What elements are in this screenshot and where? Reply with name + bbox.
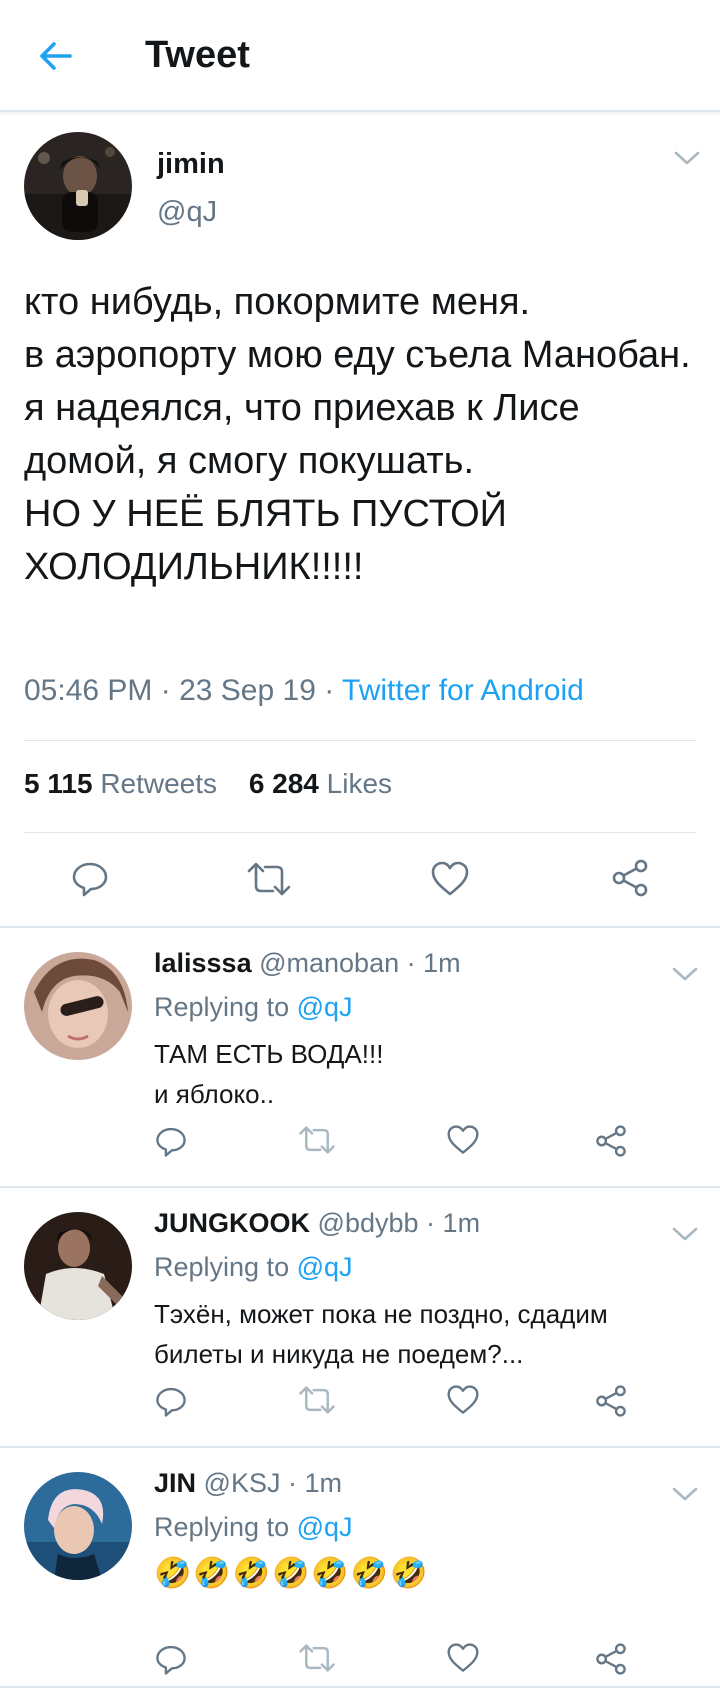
like-icon[interactable] — [446, 1642, 480, 1674]
retweet-icon[interactable] — [298, 1384, 336, 1416]
replying-to-handle[interactable]: @qJ — [297, 1252, 353, 1282]
reply-time: 1m — [304, 1468, 343, 1498]
reply-header: JIN @KSJ · 1m — [154, 1468, 342, 1499]
like-label[interactable]: Likes — [327, 768, 392, 799]
reply-author-name[interactable]: lalisssa — [154, 948, 252, 978]
replying-to: Replying to @qJ — [154, 1512, 353, 1543]
replying-to: Replying to @qJ — [154, 1252, 353, 1283]
tweet-source-link[interactable]: Twitter for Android — [342, 674, 584, 707]
share-icon[interactable] — [610, 858, 650, 898]
tweet-text: кто нибудь, покормите меня. в аэропорту … — [24, 281, 691, 588]
reply-time: 1m — [423, 948, 461, 978]
retweet-icon[interactable] — [298, 1124, 336, 1156]
meta-separator: · — [160, 674, 180, 707]
retweet-label[interactable]: Retweets — [100, 768, 217, 799]
chevron-down-icon[interactable] — [672, 966, 698, 982]
arrow-left-icon[interactable] — [36, 36, 76, 76]
divider — [24, 740, 696, 741]
like-icon[interactable] — [446, 1124, 480, 1156]
reply-author-name[interactable]: JUNGKOOK — [154, 1208, 310, 1238]
reply-icon[interactable] — [70, 858, 110, 898]
reply-author-handle[interactable]: @bdybb — [318, 1208, 419, 1238]
tweet-date: 23 Sep 19 — [179, 674, 316, 707]
reply-header: JUNGKOOK @bdybb · 1m — [154, 1208, 480, 1239]
reply-icon[interactable] — [154, 1124, 188, 1158]
reply-tweet[interactable]: lalisssa @manoban · 1m Replying to @qJ Т… — [0, 928, 720, 1186]
reply-header: lalisssa @manoban · 1m — [154, 948, 461, 979]
like-icon[interactable] — [446, 1384, 480, 1416]
replying-to-label: Replying to — [154, 1252, 290, 1282]
author-name[interactable]: jimin — [157, 148, 225, 181]
reply-icon[interactable] — [154, 1642, 188, 1676]
reply-author-handle[interactable]: @KSJ — [204, 1468, 281, 1498]
tweet-stats: 5 115 Retweets 6 284 Likes — [24, 768, 416, 800]
replying-to-label: Replying to — [154, 1512, 290, 1542]
tweet-time: 05:46 PM — [24, 674, 153, 707]
top-bar: Tweet — [0, 0, 720, 112]
retweet-icon[interactable] — [298, 1642, 336, 1674]
meta-separator: · — [426, 1208, 436, 1238]
chevron-down-icon[interactable] — [672, 1486, 698, 1502]
replying-to-handle[interactable]: @qJ — [297, 1512, 353, 1542]
reply-text: 🤣🤣🤣🤣🤣🤣🤣 — [154, 1557, 430, 1590]
replying-to-handle[interactable]: @qJ — [297, 992, 353, 1022]
reply-author-name[interactable]: JIN — [154, 1468, 196, 1498]
like-icon[interactable] — [430, 860, 470, 898]
share-icon[interactable] — [594, 1384, 628, 1418]
meta-separator: · — [324, 674, 343, 707]
main-tweet: jimin @qJ кто нибудь, покормите меня. в … — [0, 114, 720, 926]
avatar[interactable] — [24, 132, 132, 240]
share-icon[interactable] — [594, 1124, 628, 1158]
share-icon[interactable] — [594, 1642, 628, 1676]
divider — [24, 832, 696, 833]
reply-text: Тэхён, может пока не поздно, сдадим биле… — [154, 1299, 608, 1369]
reply-text: ТАМ ЕСТЬ ВОДА!!! и яблоко.. — [154, 1039, 384, 1109]
retweet-count[interactable]: 5 115 — [24, 768, 93, 799]
reply-author-handle[interactable]: @manoban — [259, 948, 399, 978]
author-handle[interactable]: @qJ — [157, 196, 217, 229]
reply-time: 1m — [442, 1208, 481, 1238]
replying-to: Replying to @qJ — [154, 992, 353, 1023]
page-title: Tweet — [145, 34, 250, 76]
tweet-meta: 05:46 PM · 23 Sep 19 · Twitter for Andro… — [24, 674, 584, 708]
avatar[interactable] — [24, 952, 132, 1060]
meta-separator: · — [288, 1468, 297, 1498]
replying-to-label: Replying to — [154, 992, 290, 1022]
chevron-down-icon[interactable] — [674, 150, 700, 166]
reply-icon[interactable] — [154, 1384, 188, 1418]
avatar[interactable] — [24, 1472, 132, 1580]
chevron-down-icon[interactable] — [672, 1226, 698, 1242]
retweet-icon[interactable] — [246, 860, 292, 898]
like-count[interactable]: 6 284 — [249, 768, 319, 799]
meta-separator: · — [406, 948, 416, 978]
section-separator — [0, 1686, 720, 1688]
reply-tweet[interactable]: JUNGKOOK @bdybb · 1m Replying to @qJ Тэх… — [0, 1188, 720, 1446]
avatar[interactable] — [24, 1212, 132, 1320]
reply-tweet[interactable]: JIN @KSJ · 1m Replying to @qJ 🤣🤣🤣🤣🤣🤣🤣 — [0, 1448, 720, 1688]
